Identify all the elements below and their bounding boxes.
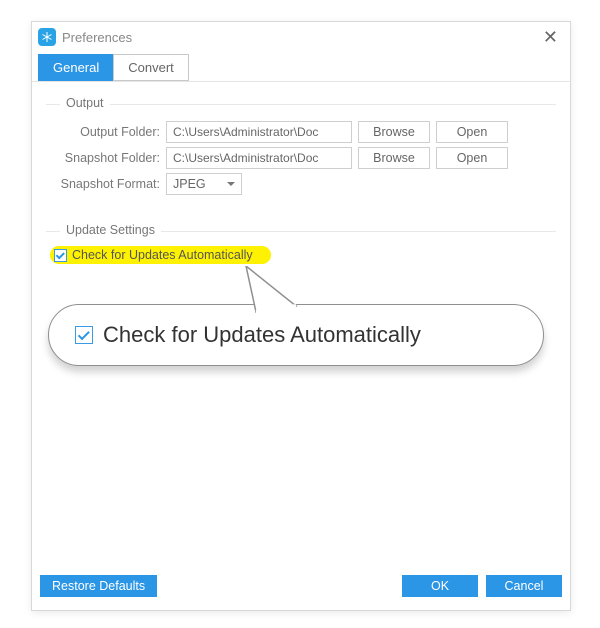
app-icon (38, 28, 56, 46)
auto-update-label: Check for Updates Automatically (72, 248, 253, 262)
output-folder-browse-button[interactable]: Browse (358, 121, 430, 143)
preferences-dialog: Preferences ✕ General Convert Output Out… (31, 21, 571, 611)
snapshot-folder-open-button[interactable]: Open (436, 147, 508, 169)
auto-update-checkbox[interactable] (54, 249, 67, 262)
tab-convert[interactable]: Convert (113, 54, 189, 81)
ok-button[interactable]: OK (402, 575, 478, 597)
titlebar: Preferences ✕ (32, 22, 570, 52)
content-area: Output Output Folder: Browse Open Snapsh… (32, 82, 570, 414)
close-icon[interactable]: ✕ (539, 27, 562, 48)
snapshot-folder-row: Snapshot Folder: Browse Open (46, 147, 556, 169)
auto-update-row: Check for Updates Automatically (54, 248, 253, 262)
chevron-down-icon (227, 182, 235, 186)
callout-tail (236, 266, 316, 324)
check-icon (55, 250, 64, 259)
snapshot-folder-label: Snapshot Folder: (46, 151, 166, 165)
snapshot-format-select[interactable]: JPEG (166, 173, 242, 195)
tab-bar: General Convert (32, 52, 570, 82)
callout-annotation: Check for Updates Automatically (46, 284, 556, 404)
snapshot-folder-browse-button[interactable]: Browse (358, 147, 430, 169)
snapshot-format-value: JPEG (173, 177, 206, 191)
cancel-button[interactable]: Cancel (486, 575, 562, 597)
dialog-footer: Restore Defaults OK Cancel (40, 572, 562, 600)
snapshot-format-label: Snapshot Format: (46, 177, 166, 191)
output-folder-label: Output Folder: (46, 125, 166, 139)
output-folder-row: Output Folder: Browse Open (46, 121, 556, 143)
output-fieldset: Output Output Folder: Browse Open Snapsh… (46, 104, 556, 209)
output-legend: Output (60, 96, 110, 110)
tab-general[interactable]: General (38, 54, 114, 81)
restore-defaults-button[interactable]: Restore Defaults (40, 575, 157, 597)
snapshot-folder-input[interactable] (166, 147, 352, 169)
update-settings-fieldset: Update Settings Check for Updates Automa… (46, 231, 556, 414)
snapshot-format-row: Snapshot Format: JPEG (46, 173, 556, 195)
check-icon (77, 328, 89, 340)
update-settings-legend: Update Settings (60, 223, 161, 237)
callout-checkbox[interactable] (75, 326, 93, 344)
output-folder-input[interactable] (166, 121, 352, 143)
window-title: Preferences (62, 30, 539, 45)
output-folder-open-button[interactable]: Open (436, 121, 508, 143)
callout-label: Check for Updates Automatically (103, 322, 421, 348)
